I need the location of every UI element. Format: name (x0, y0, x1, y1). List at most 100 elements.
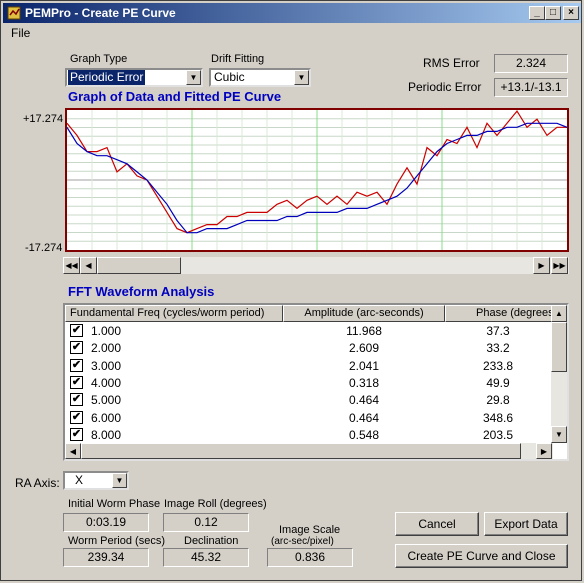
table-vertical-scrollbar[interactable]: ▲ ▼ (551, 305, 567, 443)
rms-error-label: RMS Error (423, 56, 480, 70)
row-amplitude: 2.041 (348, 358, 380, 373)
scroll-right-button[interactable]: ▶ (533, 257, 550, 274)
row-amplitude: 0.464 (348, 410, 380, 425)
up-arrow-icon: ▲ (555, 309, 563, 318)
scroll-first-button[interactable]: ◀◀ (63, 257, 80, 274)
worm-period-value: 239.34 (63, 548, 149, 567)
image-roll-value: 0.12 (163, 513, 249, 532)
table-horizontal-scrollbar[interactable]: ◀ ▶ (65, 443, 553, 459)
cancel-button[interactable]: Cancel (395, 512, 479, 536)
table-row[interactable]: ✔ 3.000 2.041 233.8 (65, 357, 553, 374)
image-roll-label: Image Roll (degrees) (164, 498, 267, 510)
row-freq: 8.000 (91, 427, 122, 442)
row-amplitude: 11.968 (346, 324, 382, 338)
fft-heading: FFT Waveform Analysis (68, 284, 215, 299)
row-amplitude: 0.464 (348, 393, 380, 408)
drift-fitting-value: Cubic (214, 70, 245, 84)
close-icon: × (568, 7, 574, 18)
down-arrow-icon: ▼ (555, 430, 563, 439)
scroll-right-button[interactable]: ▶ (536, 443, 552, 459)
row-checkbox[interactable]: ✔ (70, 324, 83, 337)
image-scale-units: (arc-sec/pixel) (271, 536, 334, 547)
window: PEMPro - Create PE Curve _ □ × File Grap… (0, 0, 582, 581)
chart-plot-area (66, 110, 568, 250)
row-phase: 29.8 (486, 393, 510, 408)
title-bar[interactable]: PEMPro - Create PE Curve _ □ × (3, 3, 581, 23)
row-freq: 5.000 (91, 393, 122, 408)
window-title: PEMPro - Create PE Curve (25, 6, 176, 20)
scroll-left-button[interactable]: ◀ (65, 443, 81, 459)
y-min-label: -17.274 (25, 242, 63, 254)
table-row[interactable]: ✔ 2.000 2.609 33.2 (65, 339, 553, 356)
row-checkbox[interactable]: ✔ (70, 358, 83, 372)
chevron-down-icon[interactable]: ▼ (294, 70, 309, 85)
y-max-label: +17.274 (23, 113, 64, 125)
row-checkbox[interactable]: ✔ (70, 375, 83, 389)
table-row[interactable]: ✔ 4.000 0.318 49.9 (65, 374, 553, 391)
pe-chart (65, 108, 569, 252)
graph-type-value: Periodic Error (68, 70, 146, 85)
chevron-down-icon[interactable]: ▼ (186, 70, 201, 85)
ra-axis-select[interactable]: X ▼ (63, 471, 129, 490)
table-hscroll-thumb[interactable] (81, 443, 521, 459)
row-freq: 4.000 (91, 375, 122, 390)
graph-type-select[interactable]: Periodic Error ▼ (65, 68, 203, 87)
row-amplitude: 0.548 (348, 427, 380, 442)
row-freq: 2.000 (91, 341, 122, 356)
scroll-up-button[interactable]: ▲ (551, 305, 567, 322)
graph-type-label: Graph Type (70, 53, 128, 65)
declination-value: 45.32 (163, 548, 249, 567)
right-arrow-icon: ▶ (538, 261, 545, 270)
scroll-thumb[interactable] (97, 257, 181, 274)
table-row[interactable]: ✔ 1.000 11.968 37.3 (65, 322, 553, 339)
row-phase: 49.9 (486, 375, 510, 390)
initial-worm-phase-value: 0:03.19 (63, 513, 149, 532)
periodic-error-value: +13.1/-13.1 (494, 78, 568, 97)
row-phase: 37.3 (486, 324, 510, 338)
export-data-button[interactable]: Export Data (484, 512, 568, 536)
column-phase[interactable]: Phase (degrees) (445, 305, 553, 322)
row-checkbox[interactable]: ✔ (70, 410, 83, 424)
row-phase: 348.6 (482, 410, 514, 425)
row-checkbox[interactable]: ✔ (70, 393, 83, 407)
rms-error-value: 2.324 (494, 54, 568, 73)
close-button[interactable]: × (563, 6, 579, 20)
menu-bar: File (3, 24, 581, 42)
drift-fitting-select[interactable]: Cubic ▼ (209, 68, 311, 87)
image-scale-value: 0.836 (267, 548, 353, 567)
table-row[interactable]: ✔ 5.000 0.464 29.8 (65, 391, 553, 408)
maximize-button[interactable]: □ (545, 6, 561, 20)
scroll-left-button[interactable]: ◀ (80, 257, 97, 274)
maximize-icon: □ (549, 7, 557, 18)
ra-axis-value: X (75, 473, 84, 487)
chevron-down-icon[interactable]: ▼ (112, 473, 127, 488)
table-scroll-thumb[interactable] (551, 322, 567, 372)
menu-file[interactable]: File (11, 26, 30, 40)
ra-axis-label: RA Axis: (15, 476, 60, 490)
declination-label: Declination (184, 535, 239, 547)
drift-fitting-label: Drift Fitting (211, 53, 265, 65)
double-left-arrow-icon: ◀◀ (65, 261, 78, 270)
row-checkbox[interactable]: ✔ (70, 427, 83, 441)
column-amplitude[interactable]: Amplitude (arc-seconds) (283, 305, 445, 322)
chart-horizontal-scrollbar[interactable]: ◀◀ ◀ ▶ ▶▶ (63, 257, 569, 274)
row-amplitude: 2.609 (348, 341, 380, 356)
minimize-button[interactable]: _ (529, 6, 545, 20)
create-pe-curve-button[interactable]: Create PE Curve and Close (395, 544, 568, 568)
initial-worm-phase-label: Initial Worm Phase (68, 498, 161, 510)
row-freq: 1.000 (91, 324, 122, 338)
column-freq[interactable]: Fundamental Freq (cycles/worm period) (65, 305, 283, 322)
scroll-down-button[interactable]: ▼ (551, 426, 567, 443)
table-row[interactable]: ✔ 6.000 0.464 348.6 (65, 409, 553, 426)
row-freq: 6.000 (91, 410, 122, 425)
minimize-icon: _ (534, 7, 540, 18)
chart-heading: Graph of Data and Fitted PE Curve (68, 89, 282, 104)
row-checkbox[interactable]: ✔ (70, 341, 83, 355)
row-phase: 33.2 (486, 341, 510, 356)
fft-table: Fundamental Freq (cycles/worm period) Am… (63, 303, 569, 461)
row-phase: 203.5 (482, 427, 514, 442)
table-row[interactable]: ✔ 8.000 0.548 203.5 (65, 426, 553, 443)
left-arrow-icon: ◀ (85, 261, 92, 270)
scroll-last-button[interactable]: ▶▶ (551, 257, 568, 274)
left-arrow-icon: ◀ (69, 447, 77, 456)
